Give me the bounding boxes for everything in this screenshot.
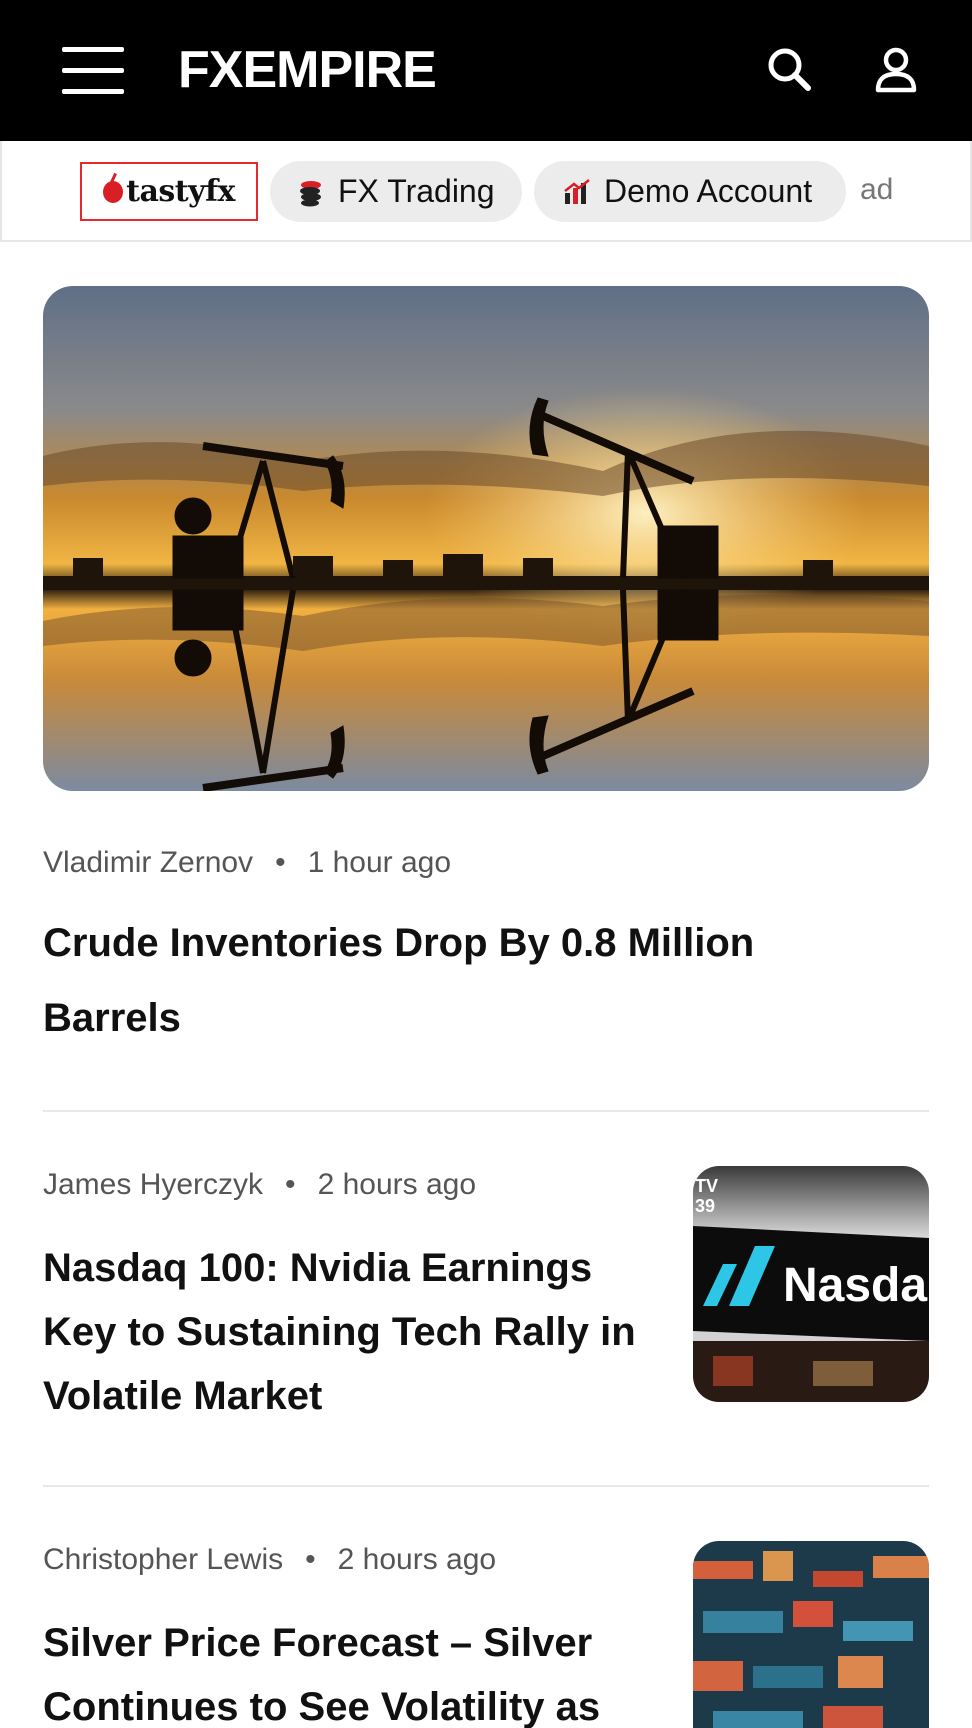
demo-account-label: Demo Account [604,173,813,209]
ad-label: ad [860,173,894,206]
author-name[interactable]: James Hyerczyk [43,1168,263,1201]
separator-dot: • [305,1543,316,1576]
publish-time: 2 hours ago [317,1168,477,1201]
top-navigation-bar: FXEMPIRE [0,0,972,141]
oil-pumpjacks-sunset-image[interactable] [43,286,929,791]
fx-trading-button[interactable]: FX Trading [270,161,522,222]
demo-account-button[interactable]: Demo Account [534,161,846,222]
menu-icon[interactable] [62,47,124,95]
divider [43,1110,929,1112]
author-name[interactable]: Christopher Lewis [43,1543,283,1576]
article-headline[interactable]: Nasdaq 100: Nvidia Earnings Key to Susta… [43,1236,653,1428]
sponsored-links-strip: tastyfx FX Trading Demo Account ad [0,141,972,242]
svg-text:39: 39 [695,1196,715,1216]
publish-time: 1 hour ago [307,846,452,879]
cherry-icon [103,180,124,203]
coins-icon [300,180,321,206]
tastyfx-sponsor-logo[interactable]: tastyfx [80,162,258,221]
author-name[interactable]: Vladimir Zernov [43,846,253,879]
fx-trading-label: FX Trading [338,173,495,209]
article-headline[interactable]: Silver Price Forecast – Silver Continues… [43,1611,653,1728]
abstract-chart-image[interactable] [693,1541,929,1728]
article-headline[interactable]: Crude Inventories Drop By 0.8 Million Ba… [43,906,903,1056]
separator-dot: • [275,846,286,879]
nasdaq-sign-text: Nasda [783,1259,927,1312]
svg-text:TV: TV [695,1176,718,1196]
separator-dot: • [285,1168,296,1201]
article-meta: James Hyerczyk • 2 hours ago [43,1168,476,1202]
divider [43,1485,929,1487]
site-logo[interactable]: FXEMPIRE [178,40,437,100]
search-icon[interactable] [762,42,818,98]
sponsor-name: tastyfx [126,174,235,209]
article-meta: Vladimir Zernov • 1 hour ago [43,846,451,880]
nasdaq-sign-image[interactable]: Nasda TV 39 [693,1166,929,1402]
bar-chart-icon [564,178,590,204]
user-icon[interactable] [868,42,924,98]
article-meta: Christopher Lewis • 2 hours ago [43,1543,496,1577]
publish-time: 2 hours ago [337,1543,497,1576]
